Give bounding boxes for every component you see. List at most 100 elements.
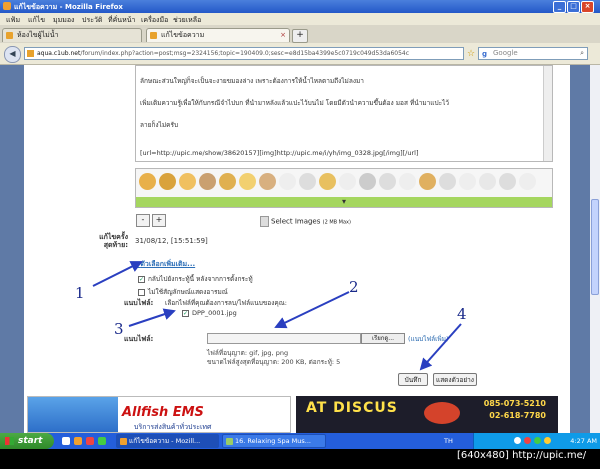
attach-existing-hint: เลือกไฟล์ที่คุณต้องการลบ/ไฟล์แนบของคุณ:: [165, 299, 287, 307]
task-label: แก้ไขข้อความ - Mozill...: [129, 437, 201, 445]
page-scrollbar[interactable]: [590, 65, 600, 433]
last-edit-label: แก้ไขครั้ง สุดท้าย:: [84, 233, 128, 249]
quicklaunch-app-icon[interactable]: [98, 437, 106, 445]
title-bar: แก้ไขข้อความ - Mozilla Firefox _ □ ×: [0, 0, 600, 13]
last-edit-value: 31/08/12, [15:51:59]: [135, 237, 208, 245]
last-edit-label-1: แก้ไขครั้ง: [99, 233, 128, 241]
smiley-icon[interactable]: [299, 173, 316, 190]
editor-line: ลายก็งไม่ครับ: [140, 121, 179, 129]
window-title: แก้ไขข้อความ - Mozilla Firefox: [14, 3, 123, 11]
preview-button[interactable]: แสดงตัวอย่าง: [433, 373, 477, 386]
smiley-icon[interactable]: [419, 173, 436, 190]
ad-brand: AT DISCUS: [306, 400, 398, 416]
tab-forum[interactable]: ห้องไขผู้ไม่น้ำ: [2, 28, 142, 42]
search-icon[interactable]: ⌕: [580, 48, 584, 59]
smiley-icon[interactable]: [259, 173, 276, 190]
url-host: aqua.c1ub.net: [37, 50, 81, 57]
editor-scrollbar[interactable]: [543, 66, 552, 161]
existing-attachment-filename: DPP_0001.jpg: [192, 309, 237, 317]
back-arrow-icon[interactable]: ◀: [4, 46, 21, 63]
smiley-icon[interactable]: [199, 173, 216, 190]
smiley-icon[interactable]: [239, 173, 256, 190]
attach-existing-label: แนบไฟล์:: [124, 299, 154, 307]
minimize-button[interactable]: _: [553, 1, 566, 13]
smiley-icon[interactable]: [479, 173, 496, 190]
return-to-topic-option[interactable]: ✓ กลับไปยังกระทู้นี้ หลังจากการตั้งกระทู้: [138, 274, 253, 284]
smiley-icon[interactable]: [519, 173, 536, 190]
ad-image: [28, 397, 118, 432]
ad-banner-allfish[interactable]: Allfish EMS บริการส่งสินค้าทั่วประเทศ: [27, 396, 291, 433]
annotation-number: 3: [114, 320, 124, 338]
smiley-icon[interactable]: [159, 173, 176, 190]
shrink-editor-button[interactable]: -: [136, 214, 150, 227]
quicklaunch-firefox-icon[interactable]: [74, 437, 82, 445]
smiley-icon[interactable]: [499, 173, 516, 190]
existing-attachment[interactable]: ✓ DPP_0001.jpg: [182, 309, 237, 317]
select-images-limit: (2 MB Max): [322, 219, 351, 226]
browse-button[interactable]: เรียกดู...: [361, 333, 405, 344]
windows-logo-icon: [5, 437, 14, 445]
file-path-input[interactable]: [207, 333, 361, 344]
close-button[interactable]: ×: [581, 1, 594, 13]
task-label: 16. Relaxing Spa Mus...: [235, 437, 311, 445]
close-tab-icon[interactable]: ×: [280, 29, 286, 42]
smiley-icon[interactable]: [379, 173, 396, 190]
site-favicon-icon: [27, 50, 34, 57]
start-button[interactable]: start: [0, 433, 54, 449]
tray-icon[interactable]: [514, 437, 521, 444]
new-tab-button[interactable]: +: [292, 29, 308, 43]
address-bar[interactable]: aqua.c1ub.net/forum/index.php?action=pos…: [24, 47, 464, 60]
attach-more-link[interactable]: (แนบไฟล์เพิ่ม): [408, 334, 448, 344]
navigation-bar: ◀ aqua.c1ub.net/forum/index.php?action=p…: [0, 43, 600, 65]
tray-icon[interactable]: [524, 437, 531, 444]
ad-banner-atdiscus[interactable]: AT DISCUS 085-073-5210 02-618-7780: [296, 396, 558, 433]
taskbar-task-music[interactable]: 16. Relaxing Spa Mus...: [222, 434, 326, 448]
editor-line: [url=http://upic.me/show/38620157][img]h…: [140, 149, 419, 157]
editor-line: เพิ่มเติมความรู้เพื่อให้กับกรณีจำไปบก ที…: [140, 99, 450, 107]
no-smileys-option[interactable]: ไม่ใช้สัญลักษณ์แสดงอารมณ์: [138, 287, 228, 297]
taskbar-task-firefox[interactable]: แก้ไขข้อความ - Mozill...: [116, 434, 219, 448]
smiley-icon[interactable]: [179, 173, 196, 190]
smiley-icon[interactable]: [319, 173, 336, 190]
scrollbar-thumb[interactable]: [591, 199, 599, 295]
ad-subtitle: บริการส่งสินค้าทั่วประเทศ: [134, 423, 212, 431]
save-button[interactable]: บันทึก: [398, 373, 428, 386]
maximize-button[interactable]: □: [567, 1, 580, 13]
smiley-icon[interactable]: [359, 173, 376, 190]
checkbox-checked[interactable]: ✓: [138, 275, 145, 283]
smiley-icon[interactable]: [399, 173, 416, 190]
select-images-button[interactable]: Select Images (2 MB Max): [260, 216, 351, 227]
more-options-toggle[interactable]: ▽ตัวเลือกเพิ่มเติม...: [135, 259, 195, 270]
max-size-note: ขนาดไฟล์สูงสุดที่อนุญาต: 200 KB, ต่อกระท…: [207, 358, 341, 366]
language-indicator[interactable]: TH: [444, 437, 453, 445]
system-tray: TH 4:27 AM: [444, 433, 600, 449]
tray-icon[interactable]: [544, 437, 551, 444]
no-smileys-label: ไม่ใช้สัญลักษณ์แสดงอารมณ์: [148, 288, 228, 296]
document-icon: [260, 216, 269, 227]
ad-brand: Allfish EMS: [122, 405, 204, 420]
quicklaunch-icon[interactable]: [62, 437, 70, 445]
smiley-icon[interactable]: [439, 173, 456, 190]
bookmark-star-icon[interactable]: ☆: [467, 49, 475, 59]
search-placeholder: Google: [493, 49, 518, 57]
tab-edit-post[interactable]: แก้ไขข้อความ ×: [146, 28, 290, 42]
grow-editor-button[interactable]: +: [152, 214, 166, 227]
more-smilies-toggle[interactable]: ▾: [136, 197, 552, 207]
smiley-panel: ▾: [135, 168, 553, 208]
smiley-icon[interactable]: [139, 173, 156, 190]
tray-icon[interactable]: [534, 437, 541, 444]
message-editor[interactable]: ลักษณะส่วนใหญ่ก็จะเป็นจะงายขมองล่าง เพรา…: [135, 65, 553, 162]
search-input[interactable]: g Google ⌕: [478, 47, 588, 60]
smiley-icon[interactable]: [459, 173, 476, 190]
checkbox-unchecked[interactable]: [138, 288, 145, 296]
checkbox-checked[interactable]: ✓: [182, 309, 189, 317]
smiley-icon[interactable]: [279, 173, 296, 190]
attach-new-label: แนบไฟล์:: [124, 335, 154, 343]
smiley-icon[interactable]: [339, 173, 356, 190]
smiley-icon[interactable]: [219, 173, 236, 190]
favicon-icon: [6, 32, 13, 39]
last-edit-label-2: สุดท้าย:: [103, 241, 128, 249]
annotation-number: 2: [349, 278, 359, 296]
quicklaunch-media-icon[interactable]: [86, 437, 94, 445]
menu-bar: แฟ้ม แก้ไข มุมมอง ประวัติ ที่คั่นหน้า เค…: [0, 13, 600, 25]
